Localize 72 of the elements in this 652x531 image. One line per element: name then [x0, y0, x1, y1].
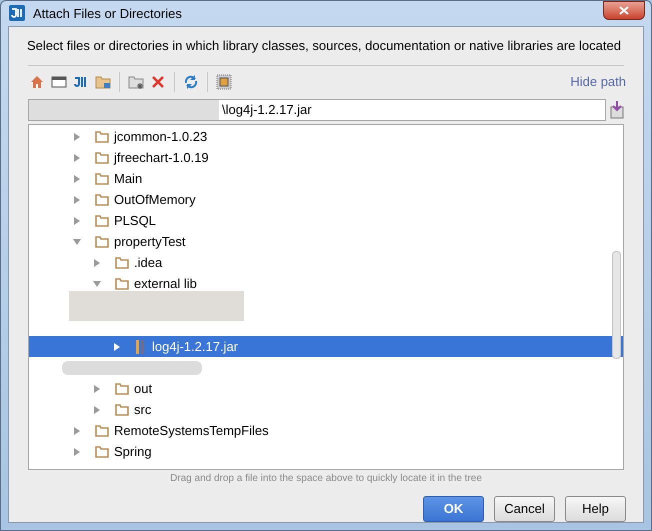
folder-icon	[115, 278, 129, 290]
close-icon	[619, 6, 629, 15]
tree-item-label: propertyTest	[114, 232, 186, 251]
tree-item-label: Main	[114, 170, 142, 188]
collapse-arrow-icon[interactable]	[92, 278, 102, 288]
expand-arrow-icon[interactable]	[72, 446, 82, 456]
tree-row[interactable]: .idea	[29, 252, 623, 273]
folder-icon	[95, 152, 109, 164]
tree-row[interactable]: jcommon-1.0.23	[29, 126, 623, 147]
archive-icon	[135, 340, 147, 354]
folder-icon	[95, 130, 109, 142]
folder-icon	[95, 172, 109, 184]
tree-row[interactable]: OutOfMemory	[29, 189, 623, 210]
expand-arrow-icon[interactable]	[72, 132, 82, 142]
expand-arrow-icon[interactable]	[72, 426, 82, 436]
tree-row[interactable]: PLSQL	[29, 210, 623, 231]
tree-item-label: src	[134, 400, 152, 419]
description-text: Select files or directories in which library classes, sources, documentation or native libraries are located	[27, 36, 622, 55]
folder-icon	[95, 194, 109, 206]
tree-item-label: out	[134, 380, 152, 398]
folder-icon	[115, 404, 129, 416]
tree-item-label: jfreechart-1.0.19	[114, 148, 209, 167]
tree-row[interactable]: out	[29, 378, 623, 399]
tree-row[interactable]: RemoteSystemsTempFiles	[29, 420, 623, 441]
tree-row[interactable]: Main	[29, 168, 623, 189]
tree-row[interactable]: src	[29, 399, 623, 420]
expand-arrow-icon[interactable]	[72, 174, 82, 184]
tree-item-label: Spring	[114, 442, 152, 461]
project-logo-icon[interactable]	[73, 74, 89, 90]
tree-item-label: log4j-1.2.17.jar	[152, 338, 238, 356]
tree-item-label: RemoteSystemsTempFiles	[114, 422, 269, 440]
tree-item-label: jcommon-1.0.23	[114, 128, 208, 146]
dialog-button[interactable]: Cancel	[494, 496, 555, 522]
dialog-button[interactable]: OK	[423, 496, 484, 522]
expand-arrow-icon[interactable]	[72, 152, 82, 162]
tree-row[interactable]: log4j-1.2.17.jar	[29, 336, 623, 357]
tree-item-label: .idea	[134, 254, 162, 272]
folder-icon	[95, 446, 109, 458]
home-icon[interactable]	[29, 74, 45, 90]
folder-icon[interactable]	[95, 74, 111, 90]
folder-icon	[115, 256, 129, 268]
tree-row[interactable]: external lib	[29, 273, 623, 294]
folder-icon	[95, 424, 109, 436]
download-icon[interactable]	[610, 101, 624, 119]
tree-item-label: external lib	[134, 274, 197, 293]
collapse-arrow-icon[interactable]	[72, 236, 82, 246]
tree-item-label: PLSQL	[114, 212, 156, 230]
hidden-files-icon[interactable]	[216, 74, 232, 90]
hint-text: Drag and drop a file into the space above to quickly locate it in the tree	[169, 472, 483, 486]
folder-icon	[95, 214, 109, 226]
expand-arrow-icon[interactable]	[72, 194, 82, 204]
window-icon[interactable]	[51, 74, 67, 90]
tree-item-label: OutOfMemory	[114, 190, 196, 209]
new-folder-icon[interactable]	[128, 74, 144, 90]
hide-path-link[interactable]: Hide path	[570, 72, 626, 92]
tree-row[interactable]: Spring	[29, 441, 623, 462]
folder-icon	[115, 382, 129, 394]
delete-icon[interactable]	[150, 74, 166, 90]
folder-icon	[95, 236, 109, 248]
close-button[interactable]	[603, 1, 645, 20]
tree-row[interactable]: jfreechart-1.0.19	[29, 147, 623, 168]
tree-row[interactable]: propertyTest	[29, 231, 623, 252]
window-title: Attach Files or Directories	[33, 4, 182, 22]
expand-arrow-icon[interactable]	[112, 342, 122, 352]
expand-arrow-icon[interactable]	[72, 216, 82, 226]
refresh-icon[interactable]	[183, 74, 199, 90]
dialog-button[interactable]: Help	[565, 496, 626, 522]
expand-arrow-icon[interactable]	[92, 384, 102, 394]
expand-arrow-icon[interactable]	[92, 258, 102, 268]
app-logo-icon	[9, 5, 25, 22]
path-field[interactable]: \log4j-1.2.17.jar	[28, 99, 606, 121]
expand-arrow-icon[interactable]	[92, 404, 102, 414]
